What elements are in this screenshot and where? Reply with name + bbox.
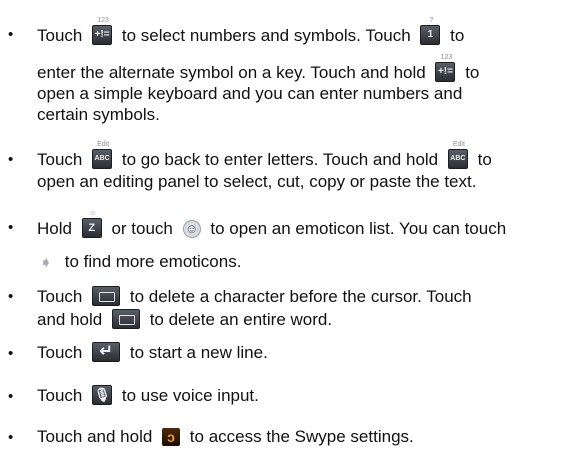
icon-glyph: ☺ <box>184 221 199 236</box>
text: open an editing panel to select, cut, co… <box>37 172 477 191</box>
text: to <box>465 63 480 82</box>
delete-glyph <box>118 315 135 325</box>
bullet: • <box>8 288 14 305</box>
icon-glyph: ABC <box>94 155 110 162</box>
text: to go back to enter letters. Touch and h… <box>121 150 439 169</box>
text: to delete a character before the cursor.… <box>129 287 472 306</box>
text: to select numbers and symbols. Touch <box>121 26 411 45</box>
microphone-icon: 🎙 <box>92 385 113 405</box>
delete-key-icon <box>111 309 140 329</box>
text: Touch <box>37 26 83 45</box>
text: to find more emoticons. <box>64 252 242 271</box>
text: Hold <box>37 219 72 238</box>
bullet: • <box>8 345 14 362</box>
icon-glyph: Z <box>88 222 96 234</box>
text: and hold <box>37 310 103 329</box>
text: to open an emoticon list. You can touch <box>210 219 507 238</box>
icon-glyph: +!= <box>437 66 453 77</box>
icon-glyph: +!= <box>94 29 110 40</box>
text: enter the alternate symbol on a key. Tou… <box>37 63 426 82</box>
symbols-key-icon: 123 +!= <box>92 17 113 45</box>
icon-glyph: ↵ <box>99 343 113 360</box>
icon-superscript: 123 <box>97 17 109 24</box>
text: open a simple keyboard and you can enter… <box>37 84 463 103</box>
icon-glyph: ➧ <box>40 254 52 270</box>
icon-superscript: ☺ <box>89 210 97 217</box>
text: to start a new line. <box>129 343 268 362</box>
icon-glyph: ABC <box>450 155 466 162</box>
icon-glyph: 🎙 <box>93 387 111 402</box>
delete-key-icon <box>92 286 121 306</box>
text: to access the Swype settings. <box>189 427 414 446</box>
swype-key-icon: ↄ <box>162 428 181 446</box>
text: to <box>477 150 492 169</box>
bullet: • <box>8 26 14 43</box>
icon-glyph: 1 <box>427 29 434 40</box>
text: certain symbols. <box>37 105 160 124</box>
abc-key-icon: Edit ABC <box>447 141 468 169</box>
text: Touch <box>37 287 83 306</box>
z-key-icon: ☺ Z <box>81 210 102 238</box>
emoticon-icon: ☺ <box>182 220 201 238</box>
icon-superscript: Edit <box>452 141 465 148</box>
text: Touch and hold <box>37 427 153 446</box>
text: or touch <box>111 219 173 238</box>
alt-symbol-key-icon: ? 1 <box>420 17 441 45</box>
enter-key-icon: ↵ <box>92 342 121 362</box>
bullet: • <box>8 151 14 168</box>
bullet: • <box>8 429 14 446</box>
bullet: • <box>8 219 14 236</box>
symbols-key-icon: 123 +!= <box>435 54 456 82</box>
icon-superscript: Edit <box>97 141 110 148</box>
next-arrow-icon: ➧ <box>37 253 55 271</box>
icon-superscript: ? <box>429 17 434 24</box>
text: Touch <box>37 343 83 362</box>
abc-key-icon: Edit ABC <box>92 141 113 169</box>
text: to delete an entire word. <box>149 310 333 329</box>
bullet: • <box>8 388 14 405</box>
icon-glyph: ↄ <box>167 429 175 445</box>
delete-glyph <box>99 292 116 302</box>
text: Touch <box>37 386 83 405</box>
icon-superscript: 123 <box>440 54 453 61</box>
text: to use voice input. <box>121 386 259 405</box>
text: to <box>450 26 465 45</box>
text: Touch <box>37 150 83 169</box>
